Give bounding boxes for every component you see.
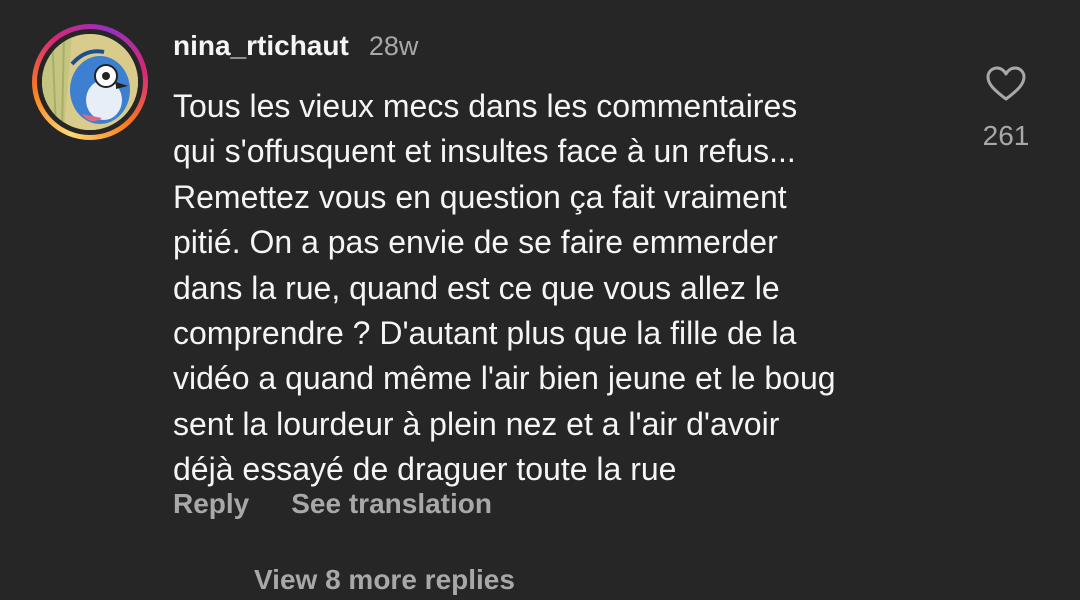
see-translation-button[interactable]: See translation xyxy=(291,488,492,520)
comment-text-line: sent la lourdeur à plein nez et a l'air … xyxy=(173,405,780,442)
comment-text: Tous les vieux mecs dans les commentaire… xyxy=(173,84,943,493)
comment-text-line: pitié. On a pas envie de se faire emmerd… xyxy=(173,224,778,261)
comment-text-line: Remettez vous en question ça fait vraime… xyxy=(173,178,787,215)
comment-text-line: vidéo a quand même l'air bien jeune et l… xyxy=(173,360,836,397)
heart-outline-icon[interactable] xyxy=(986,66,1026,102)
comment-text-line: Tous les vieux mecs dans les commentaire… xyxy=(173,88,798,124)
comment-header: nina_rtichaut 28w xyxy=(173,30,418,70)
like-control: 261 xyxy=(968,66,1044,152)
like-count: 261 xyxy=(982,120,1030,151)
view-more-replies-button[interactable]: View 8 more replies xyxy=(254,564,515,596)
comment-actions: Reply See translation xyxy=(173,488,492,520)
bird-avatar-icon xyxy=(42,34,138,130)
reply-button[interactable]: Reply xyxy=(173,488,249,520)
comment-text-line: qui s'offusquent et insultes face à un r… xyxy=(173,133,796,170)
avatar[interactable] xyxy=(42,34,138,130)
comment-item: nina_rtichaut 28w Tous les vieux mecs da… xyxy=(0,0,1080,600)
comment-text-line: dans la rue, quand est ce que vous allez… xyxy=(173,269,780,306)
comment-text-line: déjà essayé de draguer toute la rue xyxy=(173,451,677,488)
comment-text-line: comprendre ? D'autant plus que la fille … xyxy=(173,315,797,352)
username[interactable]: nina_rtichaut xyxy=(173,30,349,62)
timestamp: 28w xyxy=(368,31,419,61)
avatar-story-ring[interactable] xyxy=(32,24,148,140)
